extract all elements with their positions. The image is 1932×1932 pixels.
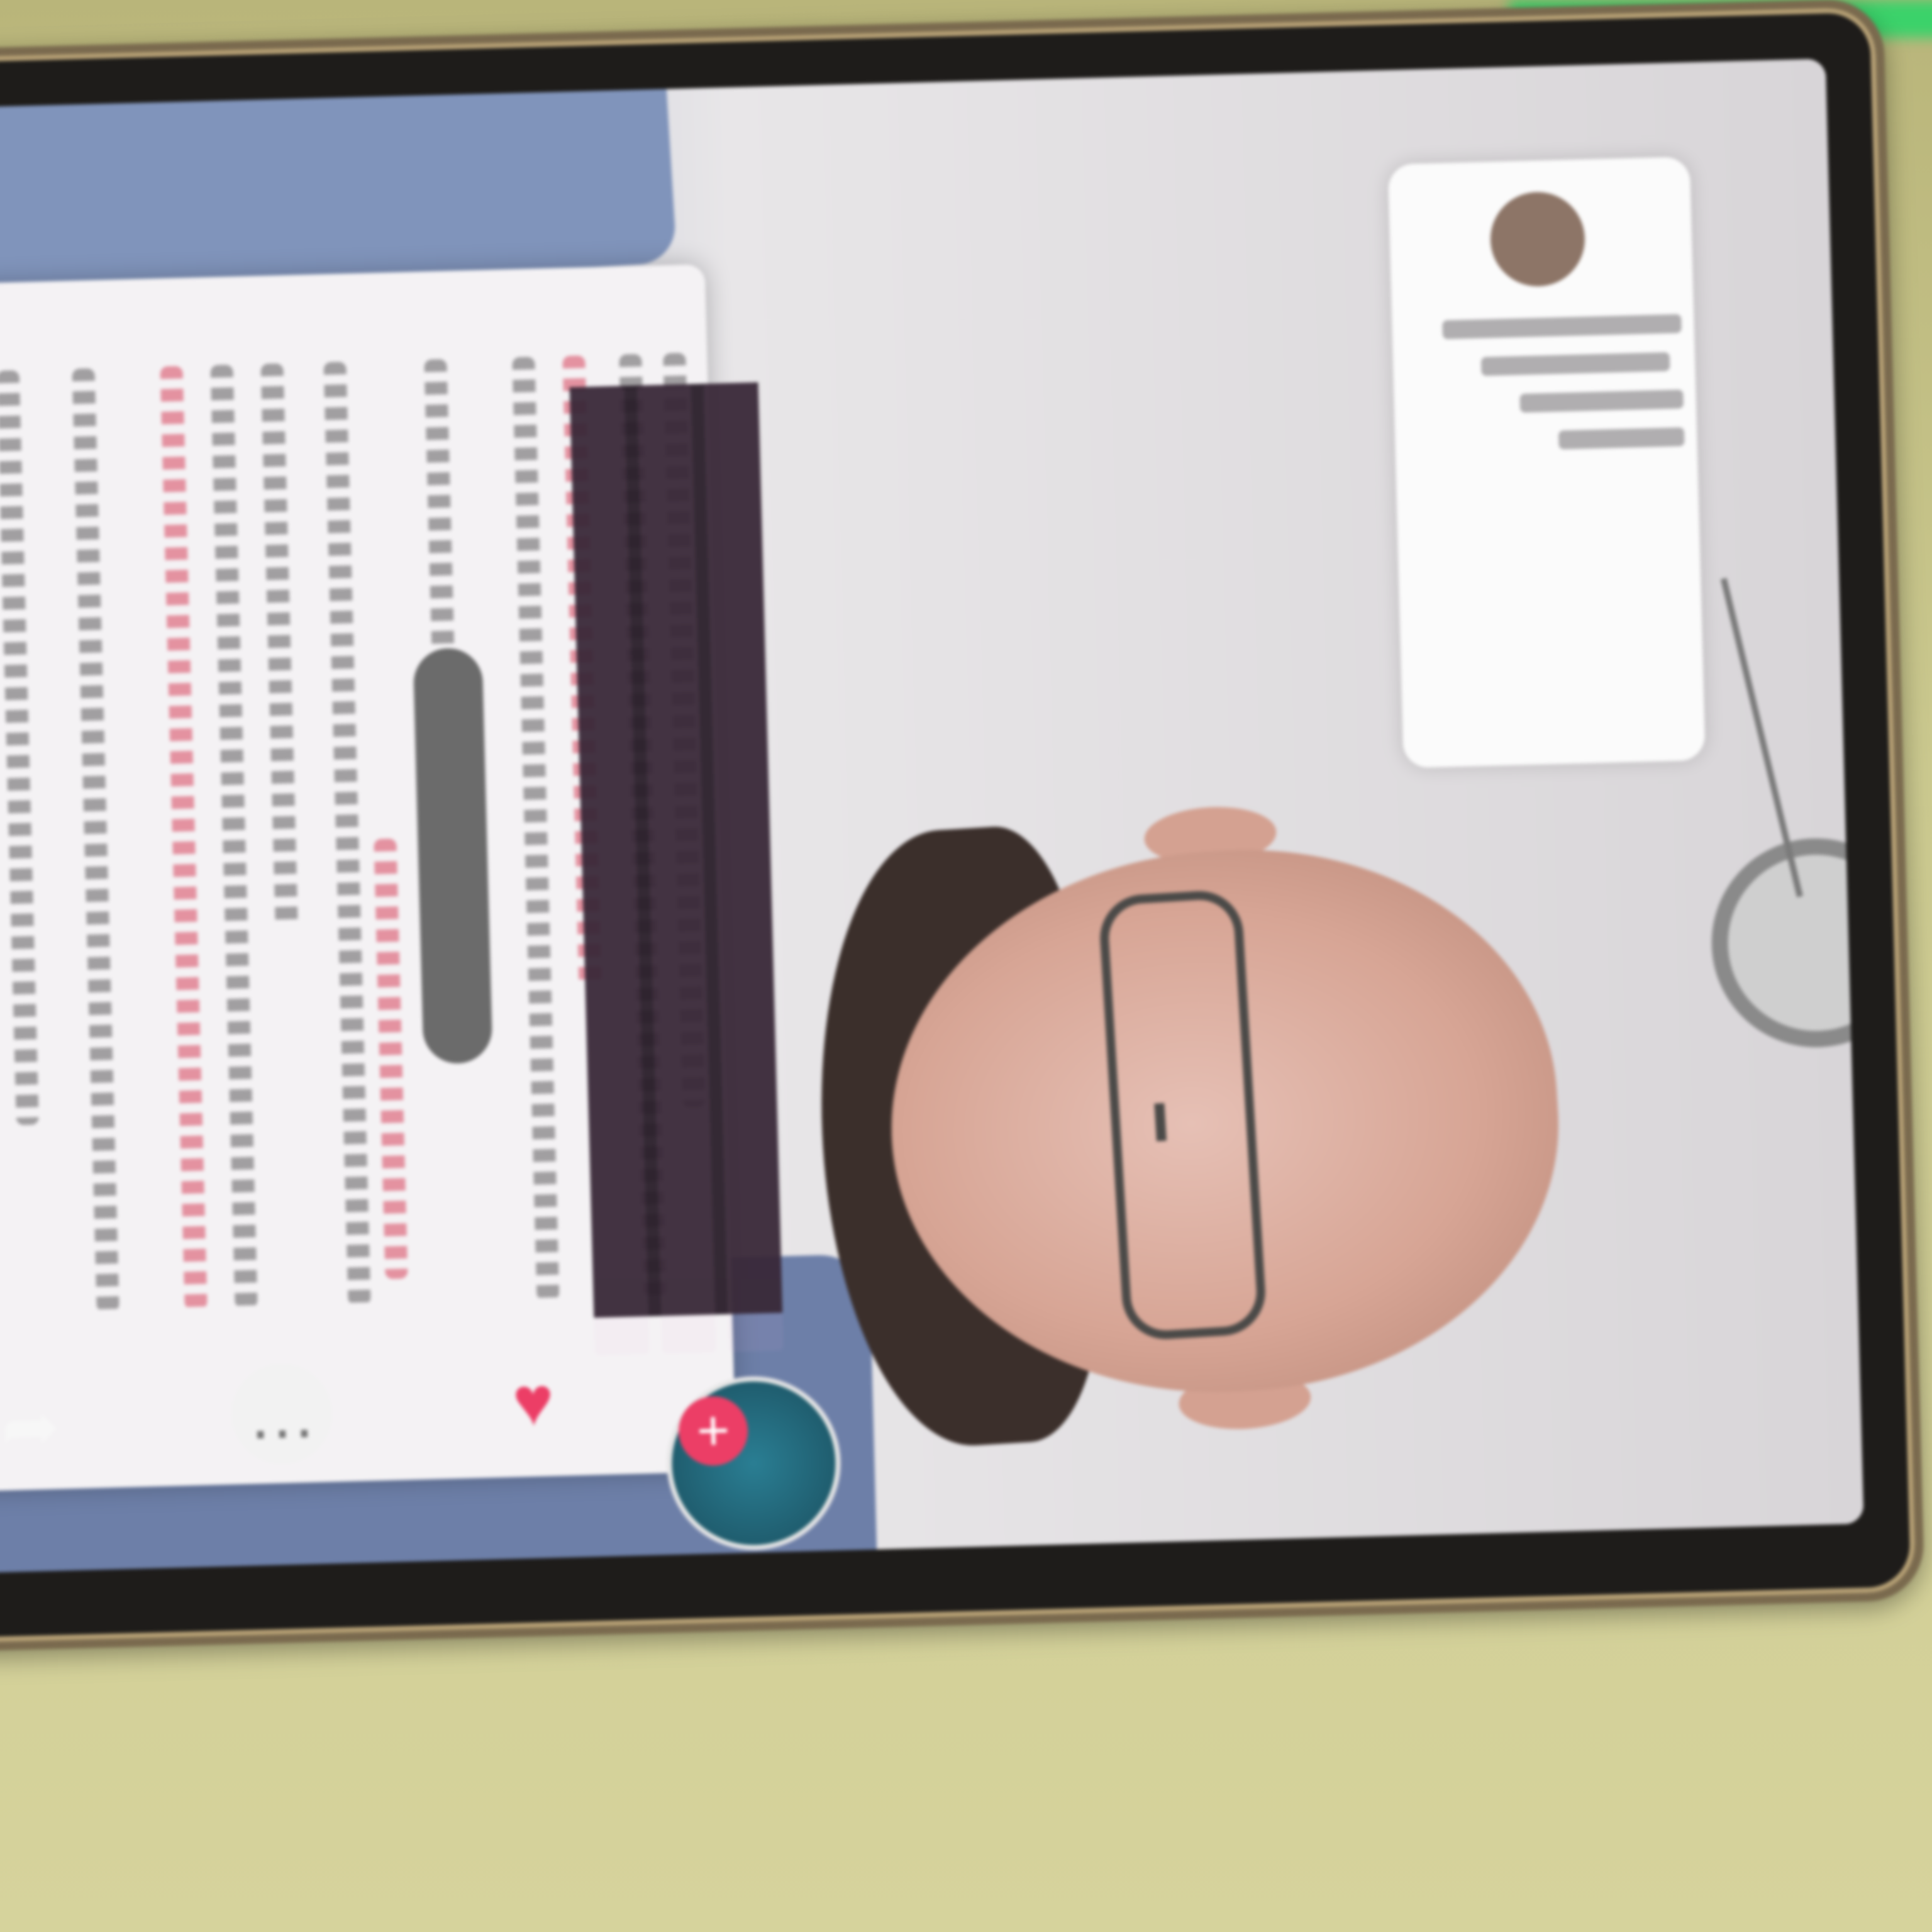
comment-button[interactable]: … (230, 1362, 334, 1484)
caption-line (1558, 427, 1685, 450)
like-button[interactable]: ♥ (482, 1350, 586, 1472)
headline-banner (569, 382, 784, 1356)
article-text-column (160, 365, 208, 1310)
phone-screen: + ♥ … ➦ (0, 58, 1864, 1576)
article-text-column (424, 358, 455, 674)
article-text-column (323, 362, 371, 1306)
presenter-glasses (1097, 888, 1268, 1342)
phone-body: + ♥ … ➦ (0, 0, 1925, 1655)
article-text-column (0, 370, 39, 1126)
article-badge (413, 647, 493, 1065)
comment-bubble-icon: … (230, 1362, 334, 1466)
action-rail: ♥ … ➦ (0, 1343, 839, 1569)
headline-text (569, 382, 784, 1356)
presenter (804, 577, 1864, 1507)
phone-photo: + ♥ … ➦ (0, 0, 1932, 1932)
article-text-column (260, 363, 298, 930)
article-text-column (512, 357, 560, 1301)
heart-icon: ♥ (511, 1362, 555, 1441)
article-text-column (72, 368, 119, 1312)
article-text-column (210, 364, 258, 1309)
headline-line (636, 384, 717, 1354)
share-arrow-icon: ➦ (0, 1387, 61, 1467)
article-text-column (374, 838, 408, 1279)
share-button[interactable]: ➦ (0, 1375, 82, 1497)
